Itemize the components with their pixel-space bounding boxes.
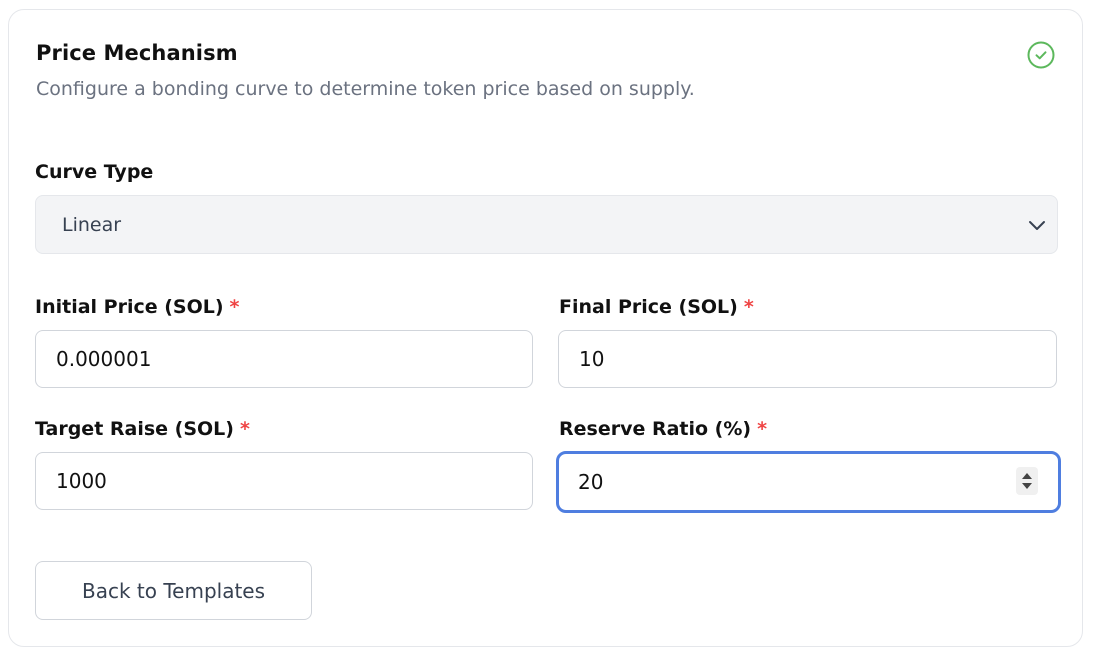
final-price-label: Final Price (SOL) *: [559, 296, 754, 318]
required-asterisk: *: [757, 418, 768, 440]
initial-price-label: Initial Price (SOL) *: [35, 296, 240, 318]
required-asterisk: *: [229, 296, 240, 318]
required-asterisk: *: [743, 296, 754, 318]
initial-price-value: 0.000001: [56, 347, 152, 371]
initial-price-input[interactable]: 0.000001: [35, 330, 533, 388]
final-price-input[interactable]: 10: [558, 330, 1057, 388]
reserve-ratio-input[interactable]: 20: [556, 451, 1061, 513]
price-mechanism-card: Price Mechanism Configure a bonding curv…: [8, 9, 1083, 647]
chevron-down-icon: [1029, 221, 1045, 230]
section-title: Price Mechanism: [36, 41, 238, 65]
target-raise-value: 1000: [56, 469, 107, 493]
target-raise-label: Target Raise (SOL) *: [35, 418, 250, 440]
final-price-value: 10: [579, 347, 605, 371]
check-circle-icon: [1027, 41, 1055, 69]
number-stepper-icon[interactable]: [1016, 467, 1038, 495]
curve-type-value: Linear: [62, 213, 122, 236]
reserve-ratio-value: 20: [578, 470, 604, 494]
curve-type-label: Curve Type: [35, 161, 154, 183]
required-asterisk: *: [239, 418, 250, 440]
target-raise-input[interactable]: 1000: [35, 452, 533, 510]
reserve-ratio-label: Reserve Ratio (%) *: [559, 418, 768, 440]
curve-type-select[interactable]: Linear: [35, 195, 1058, 254]
back-to-templates-button[interactable]: Back to Templates: [35, 561, 312, 620]
section-subtitle: Configure a bonding curve to determine t…: [36, 78, 695, 100]
